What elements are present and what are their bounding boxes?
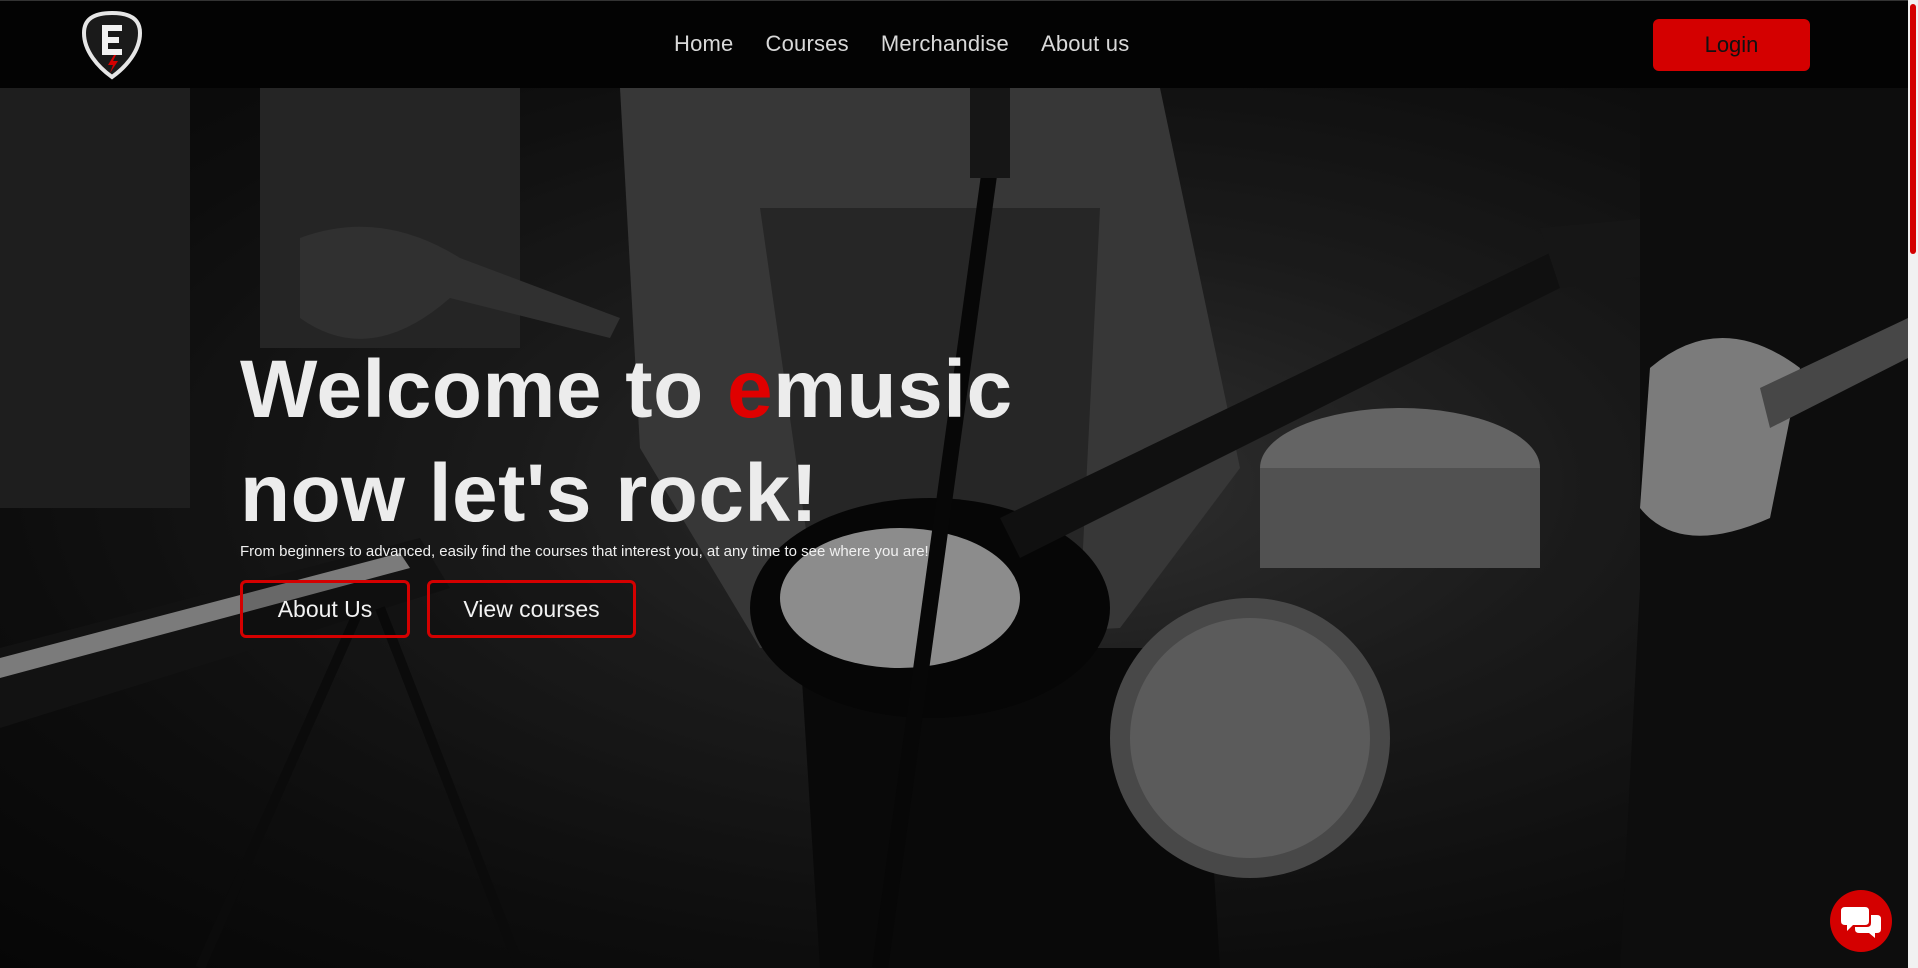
hero-title-accent: e	[726, 344, 774, 435]
about-us-button[interactable]: About Us	[240, 580, 410, 638]
scrollbar-thumb[interactable]	[1910, 4, 1916, 254]
chat-bubbles-icon	[1841, 907, 1881, 938]
hero-title-line2: now let's rock!	[240, 448, 819, 539]
nav-home-link[interactable]: Home	[674, 31, 734, 57]
nav-courses-link[interactable]: Courses	[766, 31, 849, 57]
page-scrollbar[interactable]	[1908, 0, 1918, 968]
hero-title-prefix: Welcome to	[240, 344, 727, 435]
page: Home Courses Merchandise About us Login	[0, 0, 1918, 968]
nav-merchandise-link[interactable]: Merchandise	[881, 31, 1009, 57]
hero-title-suffix: music	[773, 344, 1013, 435]
hero-section: Welcome to emusic now let's rock! From b…	[0, 88, 1908, 968]
hero-title: Welcome to emusic now let's rock!	[240, 338, 1013, 546]
nav-about-link[interactable]: About us	[1041, 31, 1129, 57]
hero-subtitle: From beginners to advanced, easily find …	[240, 543, 929, 560]
emusic-logo-icon[interactable]	[80, 9, 144, 81]
view-courses-button[interactable]: View courses	[427, 580, 636, 638]
chat-button[interactable]	[1830, 890, 1892, 952]
main-nav: Home Courses Merchandise About us	[674, 31, 1129, 57]
navbar: Home Courses Merchandise About us Login	[0, 0, 1908, 88]
login-button[interactable]: Login	[1653, 19, 1810, 71]
